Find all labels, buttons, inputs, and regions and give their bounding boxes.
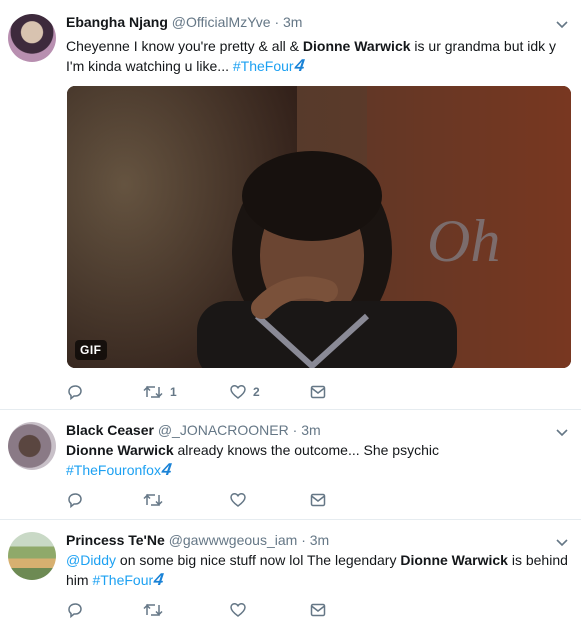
like-button[interactable] <box>229 491 309 509</box>
like-icon <box>230 603 246 617</box>
tweet[interactable]: Black Ceaser @_JONACROONER · 3m Dionne W… <box>0 410 581 520</box>
tweet-actions <box>66 491 327 509</box>
timestamp[interactable]: 3m <box>310 532 329 548</box>
like-count: 2 <box>253 385 260 399</box>
chevron-down-icon[interactable] <box>555 535 569 549</box>
tweet[interactable]: Ebangha Njang @OfficialMzYve · 3m Cheyen… <box>0 0 581 410</box>
like-button[interactable] <box>229 601 309 619</box>
hashtag-link[interactable]: #TheFour <box>233 58 294 74</box>
display-name[interactable]: Black Ceaser <box>66 422 154 438</box>
retweet-button[interactable]: 1 <box>142 383 229 401</box>
tweet-actions: 1 2 <box>66 383 327 401</box>
tweet[interactable]: Princess Te'Ne @gawwwgeous_iam · 3m @Did… <box>0 520 581 620</box>
separator-dot: · <box>292 422 298 438</box>
retweet-button[interactable] <box>142 601 229 619</box>
retweet-icon <box>143 385 163 399</box>
retweet-icon <box>143 603 163 617</box>
direct-message-icon <box>310 385 326 399</box>
timestamp[interactable]: 3m <box>301 422 320 438</box>
gif-badge: GIF <box>75 340 107 360</box>
tweet-text: @Diddy on some big nice stuff now lol Th… <box>66 550 571 590</box>
retweet-button[interactable] <box>142 491 229 509</box>
text-segment: is behind <box>507 552 568 568</box>
text-segment: him <box>66 572 93 588</box>
chevron-down-icon[interactable] <box>555 17 569 31</box>
text-segment: I'm kinda watching u like... <box>66 58 233 74</box>
text-segment: is ur grandma but idk y <box>410 38 557 54</box>
chevron-down-icon[interactable] <box>555 425 569 439</box>
display-name[interactable]: Princess Te'Ne <box>66 532 165 548</box>
like-button[interactable]: 2 <box>229 383 309 401</box>
retweet-icon <box>143 493 163 507</box>
direct-message-button[interactable] <box>309 383 327 401</box>
gif-frame-image: Oh <box>67 86 571 368</box>
reply-button[interactable] <box>66 491 142 509</box>
background-logo-mark: Oh <box>427 208 500 274</box>
bold-text: Dionne Warwick <box>66 442 174 458</box>
direct-message-button[interactable] <box>309 491 327 509</box>
gif-media[interactable]: Oh GIF <box>67 86 571 368</box>
user-handle[interactable]: @OfficialMzYve <box>172 14 271 30</box>
user-handle[interactable]: @_JONACROONER <box>158 422 289 438</box>
separator-dot: · <box>274 14 280 30</box>
timestamp[interactable]: 3m <box>283 14 302 30</box>
tweet-header: Black Ceaser @_JONACROONER · 3m <box>66 422 321 438</box>
hashtag-emoji-icon: 4 <box>160 460 173 479</box>
bold-text: Dionne Warwick <box>302 38 411 54</box>
like-icon <box>230 493 246 507</box>
direct-message-icon <box>310 603 326 617</box>
bold-text: Dionne Warwick <box>400 552 508 568</box>
direct-message-icon <box>310 493 326 507</box>
reply-icon <box>68 603 82 619</box>
tweet-actions <box>66 601 327 619</box>
text-segment: on some big nice stuff now lol The legen… <box>116 552 401 568</box>
tweet-text: Cheyenne I know you're pretty & all & Di… <box>66 36 571 76</box>
user-handle[interactable]: @gawwwgeous_iam <box>169 532 298 548</box>
text-segment: Cheyenne I know you're pretty & all & <box>66 38 303 54</box>
separator-dot: · <box>301 532 306 548</box>
hashtag-link[interactable]: #TheFouronfox <box>66 462 161 478</box>
direct-message-button[interactable] <box>309 601 327 619</box>
tweet-text: Dionne Warwick already knows the outcome… <box>66 440 571 480</box>
tweet-header: Ebangha Njang @OfficialMzYve · 3m <box>66 14 302 30</box>
retweet-count: 1 <box>170 385 177 399</box>
avatar[interactable] <box>8 422 56 470</box>
hashtag-emoji-icon: 4 <box>152 570 166 589</box>
avatar[interactable] <box>8 14 56 62</box>
avatar[interactable] <box>8 532 56 580</box>
mention-link[interactable]: @Diddy <box>66 552 116 568</box>
reply-icon <box>68 385 82 401</box>
reply-button[interactable] <box>66 383 142 401</box>
reply-button[interactable] <box>66 601 142 619</box>
text-segment: already knows the outcome... She psychic <box>173 442 439 458</box>
tweet-header: Princess Te'Ne @gawwwgeous_iam · 3m <box>66 532 329 548</box>
hashtag-link[interactable]: #TheFour <box>92 572 153 588</box>
like-icon <box>230 385 246 399</box>
hashtag-emoji-icon: 4 <box>293 56 306 75</box>
display-name[interactable]: Ebangha Njang <box>66 14 168 30</box>
reply-icon <box>68 493 82 509</box>
